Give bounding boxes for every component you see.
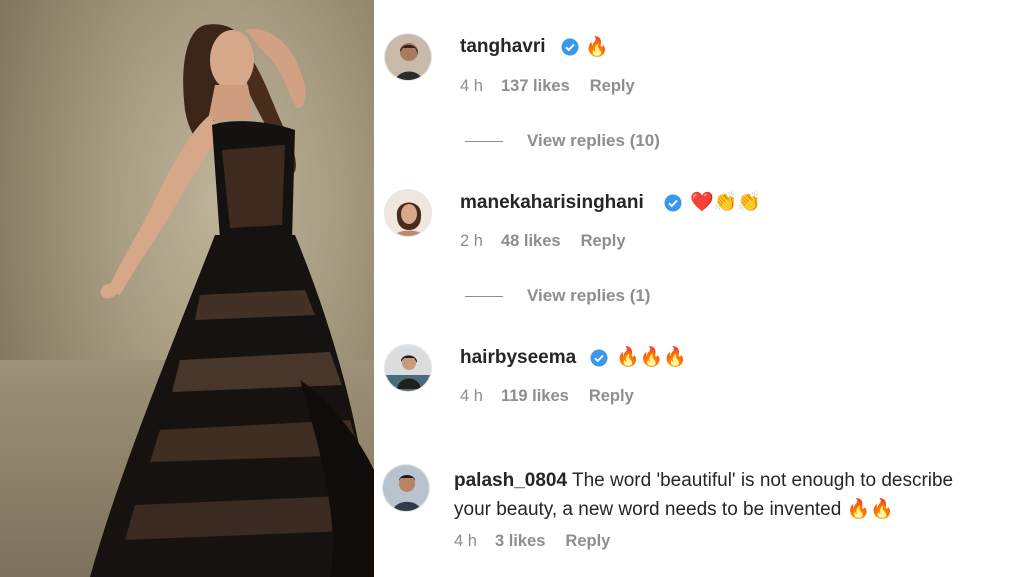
comment-time: 4 h: [460, 77, 483, 95]
fire-emoji: 🔥: [585, 37, 609, 58]
comment-meta: 2 h 48 likes Reply: [460, 232, 626, 251]
reply-button[interactable]: Reply: [589, 387, 634, 406]
verified-badge-icon: [590, 349, 608, 367]
avatar-manekaharisinghani[interactable]: [384, 189, 432, 237]
comment-time: 4 h: [454, 532, 477, 550]
comment-time: 2 h: [460, 232, 483, 250]
comments-panel: tanghavri 🔥 4 h 137 likes Reply View repli…: [374, 0, 1024, 577]
view-replies-button[interactable]: View replies (10): [527, 131, 660, 151]
view-replies-line: [465, 296, 503, 297]
comment-meta: 4 h 3 likes Reply: [454, 532, 610, 551]
avatar-hairbyseema[interactable]: [384, 344, 432, 392]
likes-button[interactable]: 3 likes: [495, 532, 545, 551]
fire-emoji: 🔥🔥🔥: [616, 347, 687, 368]
reply-button[interactable]: Reply: [581, 232, 626, 251]
post-photo: [0, 0, 374, 577]
username[interactable]: tanghavri: [460, 36, 546, 58]
likes-button[interactable]: 119 likes: [501, 387, 569, 406]
verified-badge-icon: [561, 38, 579, 56]
username[interactable]: hairbyseema: [460, 347, 576, 369]
comment-time: 4 h: [460, 387, 483, 405]
heart-clap-emoji: ❤️👏👏: [690, 192, 761, 213]
likes-button[interactable]: 48 likes: [501, 232, 561, 251]
photo-subject: [90, 24, 374, 577]
likes-button[interactable]: 137 likes: [501, 77, 570, 96]
reply-button[interactable]: Reply: [590, 77, 635, 96]
reply-button[interactable]: Reply: [565, 532, 610, 551]
comment-text-line1: The word 'beautiful' is not enough to de…: [571, 470, 954, 491]
view-replies-line: [465, 141, 503, 142]
fire-emoji: 🔥🔥: [846, 499, 894, 520]
avatar-tanghavri[interactable]: [384, 33, 432, 81]
comment-body: palash_0804 The word 'beautiful' is not …: [454, 466, 1014, 524]
comment-text-line2: your beauty, a new word needs to be inve…: [454, 499, 842, 520]
username[interactable]: manekaharisinghani: [460, 192, 644, 214]
comment-meta: 4 h 137 likes Reply: [460, 77, 635, 96]
username[interactable]: palash_0804: [454, 470, 567, 491]
avatar-palash-0804[interactable]: [382, 464, 430, 512]
verified-badge-icon: [664, 194, 682, 212]
view-replies-button[interactable]: View replies (1): [527, 286, 650, 306]
comment-meta: 4 h 119 likes Reply: [460, 387, 634, 406]
